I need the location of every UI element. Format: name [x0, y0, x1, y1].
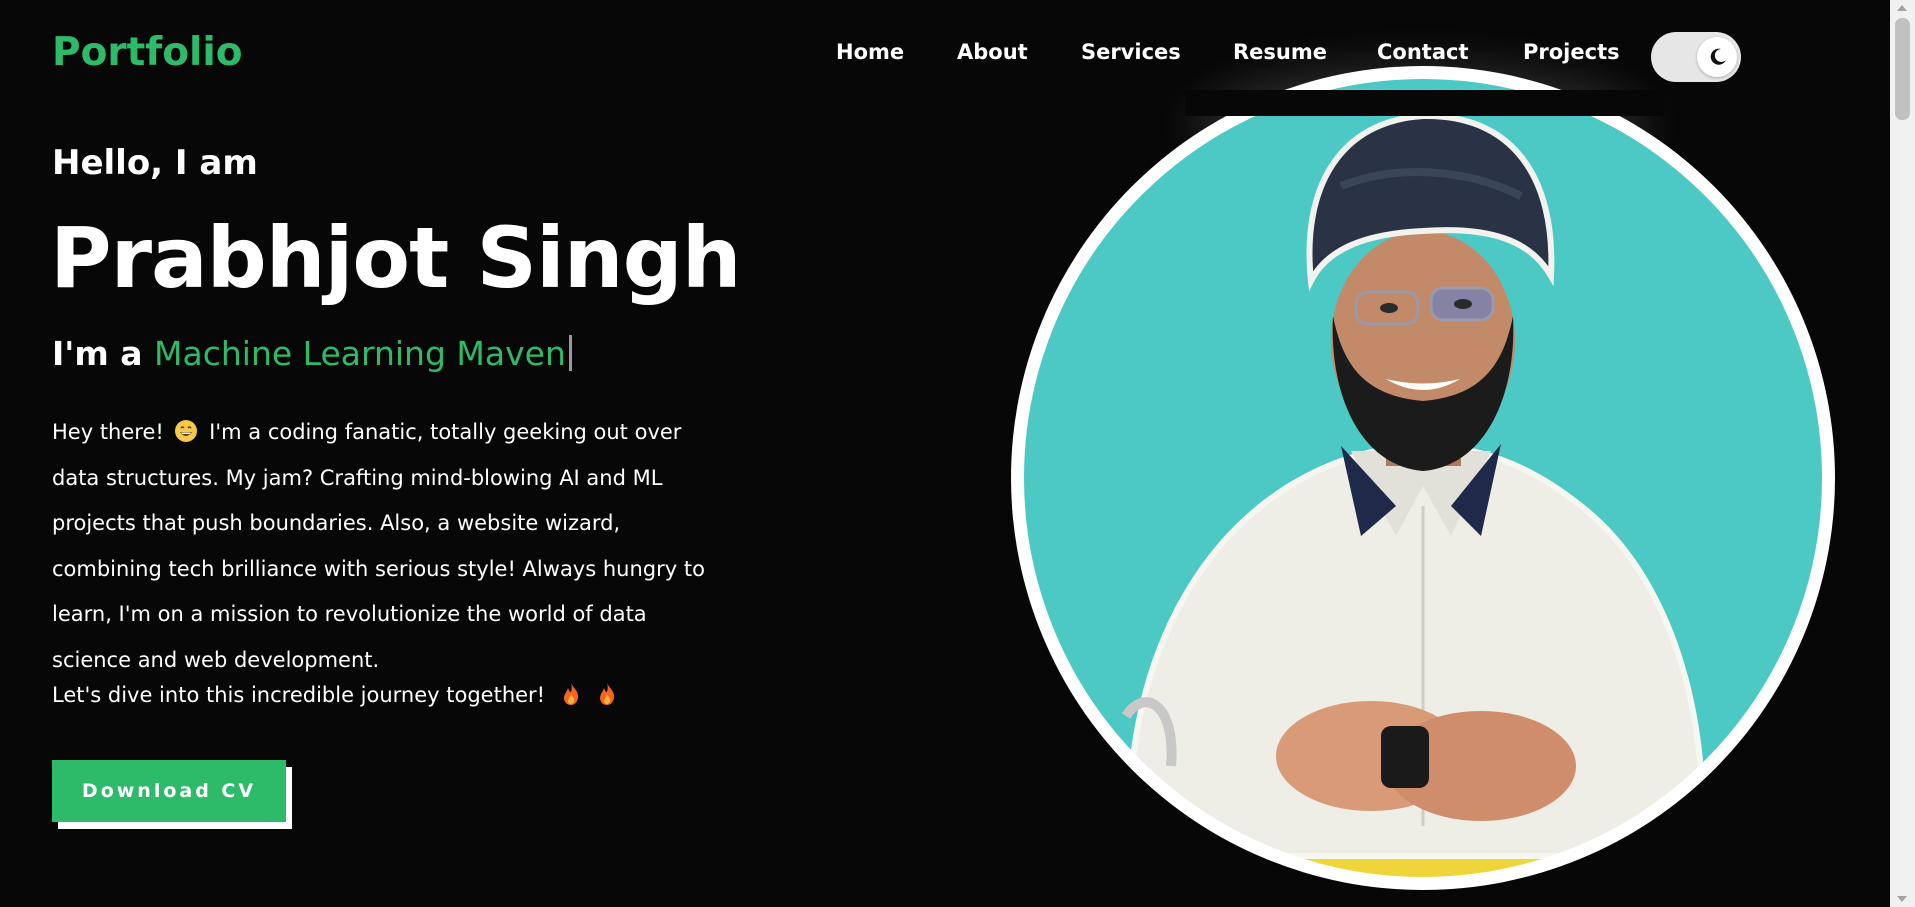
bio-paragraph: Hey there! I'm a coding fanatic, totally… — [52, 410, 732, 683]
theme-toggle[interactable] — [1651, 32, 1741, 82]
bio-text-start: Hey there! — [52, 420, 164, 444]
greeting: Hello, I am — [52, 143, 258, 183]
download-cv-button[interactable]: Download CV — [52, 760, 286, 822]
role-line: I'm a Machine Learning Maven — [52, 334, 572, 373]
nav-services[interactable]: Services — [1081, 40, 1181, 64]
role-typed-text: Machine Learning Maven — [154, 334, 566, 373]
toggle-knob — [1697, 37, 1737, 77]
moon-icon — [1710, 48, 1726, 65]
logo[interactable]: Portfolio — [52, 30, 243, 75]
nav-home[interactable]: Home — [836, 40, 904, 64]
grinning-face-emoji — [175, 420, 198, 442]
vertical-scrollbar[interactable] — [1890, 0, 1915, 907]
nav-about[interactable]: About — [957, 40, 1028, 64]
nav-resume[interactable]: Resume — [1233, 40, 1327, 64]
hero-name: Prabhjot Singh — [50, 209, 742, 307]
profile-photo — [1011, 66, 1835, 890]
scrollbar-thumb[interactable] — [1895, 18, 1910, 120]
portrait-illustration — [1016, 71, 1830, 885]
fire-emoji — [563, 683, 578, 705]
fire-emoji — [600, 683, 615, 705]
typing-caret — [568, 335, 572, 371]
bio-text-rest: I'm a coding fanatic, totally geeking ou… — [52, 420, 705, 672]
scroll-down-icon[interactable] — [1897, 896, 1907, 902]
header-overlap-strip — [1185, 90, 1665, 116]
bio-closing-line: Let's dive into this incredible journey … — [52, 682, 618, 707]
bio-closing-text: Let's dive into this incredible journey … — [52, 683, 546, 707]
nav-projects[interactable]: Projects — [1523, 40, 1620, 64]
portfolio-page: Portfolio Home About Services Resume Con… — [0, 0, 1915, 907]
scroll-up-icon[interactable] — [1897, 5, 1907, 11]
role-prefix: I'm a — [52, 334, 143, 373]
